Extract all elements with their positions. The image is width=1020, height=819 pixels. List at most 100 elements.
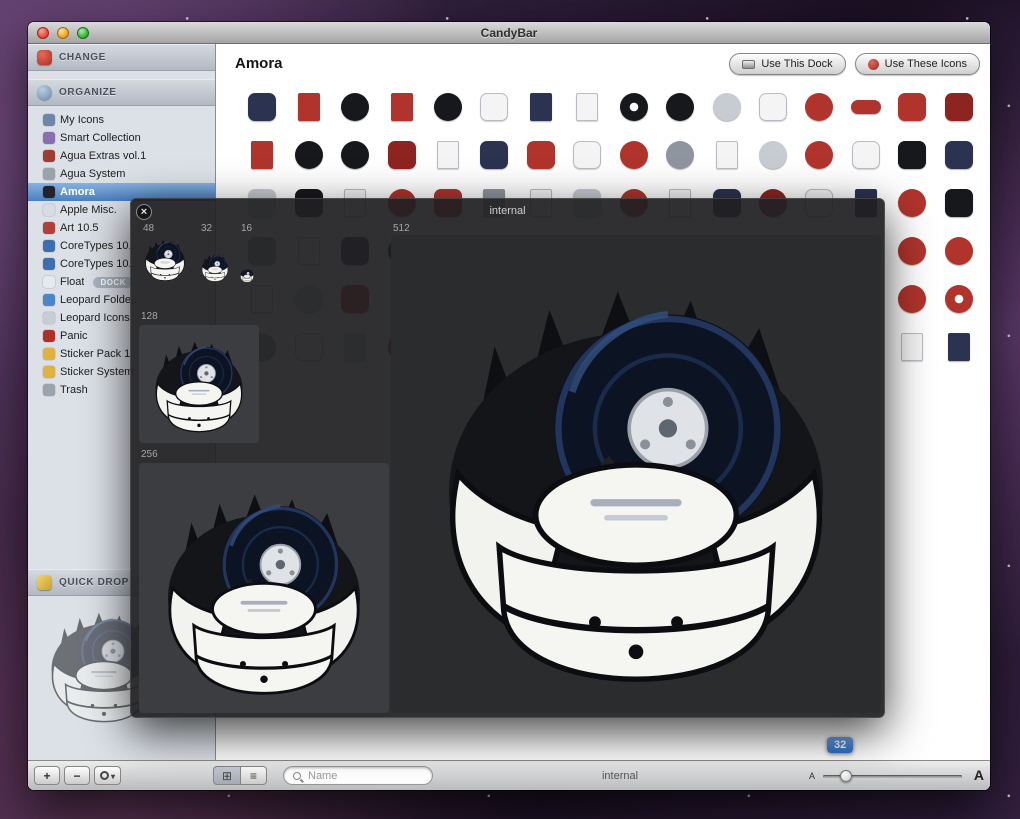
grid-icon[interactable] (889, 138, 935, 172)
source-label: Float (60, 276, 84, 288)
grid-icon[interactable] (843, 138, 889, 172)
list-view-button[interactable]: ≡ (240, 766, 267, 785)
remove-button[interactable]: − (64, 766, 90, 785)
grid-icon[interactable] (285, 90, 331, 124)
app-icon (945, 285, 973, 313)
app-icon (576, 93, 598, 121)
grid-icon[interactable] (518, 90, 564, 124)
grid-icon[interactable] (239, 138, 285, 172)
app-icon (666, 93, 694, 121)
slider-thumb[interactable] (840, 770, 852, 782)
grid-icon[interactable] (378, 138, 424, 172)
grid-icon[interactable] (889, 90, 935, 124)
use-this-dock-label: Use This Dock (761, 58, 832, 70)
icons-mini-icon (868, 59, 879, 70)
bottom-toolbar: + − ▾ ⊞ ≡ internal A A 32 (28, 760, 990, 790)
grid-icon[interactable] (332, 138, 378, 172)
action-menu-button[interactable]: ▾ (94, 766, 121, 785)
app-icon (898, 93, 926, 121)
app-icon (480, 93, 508, 121)
grid-icon[interactable] (936, 90, 982, 124)
source-label: Sticker System (60, 366, 133, 378)
grid-icon[interactable] (657, 138, 703, 172)
grid-icon[interactable] (332, 90, 378, 124)
grid-icon[interactable] (239, 90, 285, 124)
grid-icon[interactable] (285, 138, 331, 172)
grid-icon[interactable] (750, 138, 796, 172)
collection-buttons: + − ▾ (34, 766, 121, 785)
app-icon (480, 141, 508, 169)
grid-icon[interactable] (889, 186, 935, 220)
sidebar-item-agua-extras-vol-1[interactable]: Agua Extras vol.1 (28, 147, 215, 165)
grid-icon[interactable] (518, 138, 564, 172)
grid-icon[interactable] (611, 90, 657, 124)
gear-icon (100, 771, 109, 780)
sidebar-section-change[interactable]: CHANGE (28, 44, 215, 71)
grid-icon[interactable] (657, 90, 703, 124)
grid-icon[interactable] (843, 90, 889, 124)
source-icon (43, 186, 55, 198)
app-icon (945, 141, 973, 169)
grid-icon[interactable] (471, 138, 517, 172)
quickdrop-label: QUICK DROP (59, 577, 129, 588)
source-label: Panic (60, 330, 88, 342)
quick-drop-icon (37, 575, 52, 590)
app-icon (852, 141, 880, 169)
app-icon (945, 189, 973, 217)
add-button[interactable]: + (34, 766, 60, 785)
titlebar[interactable]: CandyBar (28, 22, 990, 44)
grid-icon[interactable] (796, 138, 842, 172)
size-value-badge: 32 (827, 737, 853, 753)
sidebar-section-organize[interactable]: ORGANIZE (28, 79, 215, 106)
source-icon (43, 222, 55, 234)
size-label-48: 48 (143, 223, 154, 234)
grid-icon[interactable] (425, 90, 471, 124)
grid-icon[interactable] (936, 282, 982, 316)
size-slider[interactable] (823, 775, 962, 778)
grid-icon[interactable] (611, 138, 657, 172)
source-label: CoreTypes 10... (60, 258, 138, 270)
grid-view-button[interactable]: ⊞ (213, 766, 240, 785)
app-icon (898, 237, 926, 265)
grid-icon[interactable] (936, 186, 982, 220)
app-icon (341, 141, 369, 169)
search-input[interactable] (306, 769, 452, 783)
view-mode-control: ⊞ ≡ (213, 766, 267, 785)
app-icon (620, 141, 648, 169)
grid-icon[interactable] (889, 234, 935, 268)
source-label: Apple Misc. (60, 204, 117, 216)
grid-icon[interactable] (889, 282, 935, 316)
app-icon (898, 189, 926, 217)
grid-icon[interactable] (796, 90, 842, 124)
source-icon (43, 366, 55, 378)
grid-icon[interactable] (936, 234, 982, 268)
grid-icon[interactable] (564, 90, 610, 124)
grid-icon[interactable] (750, 90, 796, 124)
source-label: Agua Extras vol.1 (60, 150, 146, 162)
grid-icon[interactable] (425, 138, 471, 172)
grid-icon[interactable] (703, 90, 749, 124)
sidebar-item-smart-collection[interactable]: Smart Collection (28, 129, 215, 147)
size-small-label[interactable]: A (809, 771, 815, 781)
grid-icon[interactable] (889, 330, 935, 364)
search-field[interactable] (283, 766, 433, 785)
size-large-label[interactable]: A (974, 767, 984, 783)
candybar-window: CandyBar CHANGE ORGANIZE My IconsSmart C… (28, 22, 990, 790)
sidebar-item-agua-system[interactable]: Agua System (28, 165, 215, 183)
use-this-dock-button[interactable]: Use This Dock (729, 53, 845, 75)
preview-icon-512 (408, 246, 864, 702)
source-icon (43, 240, 55, 252)
use-these-icons-button[interactable]: Use These Icons (855, 53, 980, 75)
grid-icon[interactable] (936, 138, 982, 172)
sidebar-item-my-icons[interactable]: My Icons (28, 111, 215, 129)
app-icon (434, 93, 462, 121)
size-label-32: 32 (201, 223, 212, 234)
source-label: Sticker Pack 1 (60, 348, 130, 360)
grid-icon[interactable] (936, 330, 982, 364)
grid-icon[interactable] (378, 90, 424, 124)
app-icon (573, 141, 601, 169)
grid-icon[interactable] (703, 138, 749, 172)
grid-icon[interactable] (471, 90, 517, 124)
app-icon (437, 141, 459, 169)
grid-icon[interactable] (564, 138, 610, 172)
